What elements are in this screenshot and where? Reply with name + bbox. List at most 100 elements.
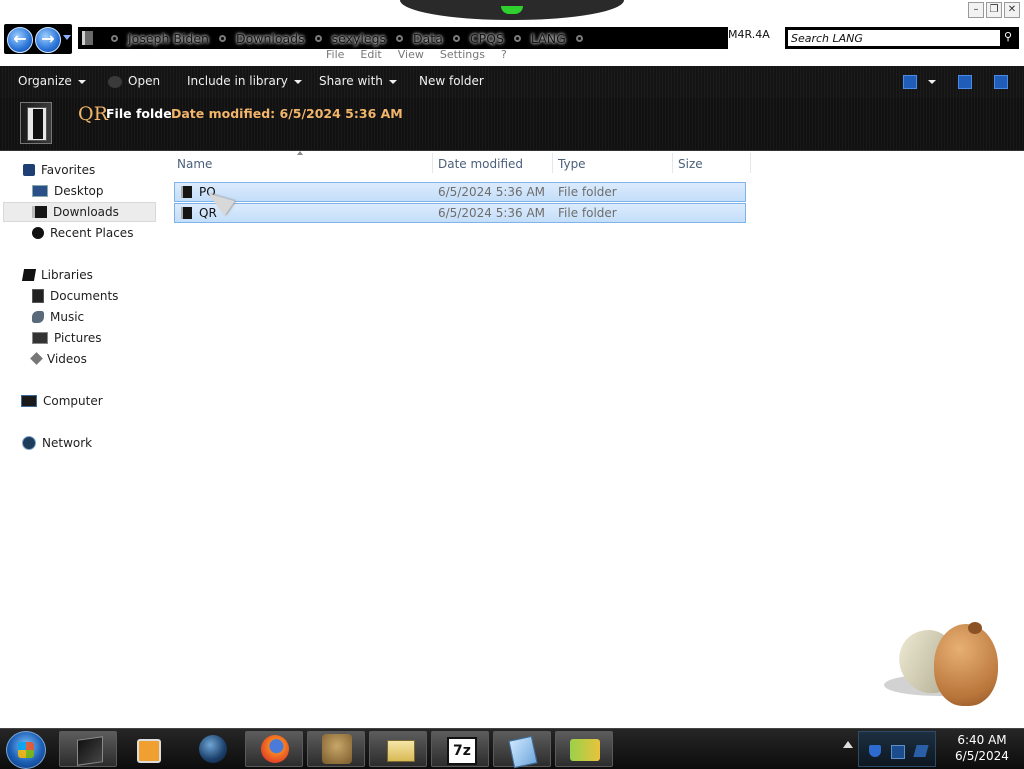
start-button[interactable] xyxy=(6,731,46,769)
open-button[interactable]: Open xyxy=(108,66,160,98)
sort-ascending-icon xyxy=(297,151,303,155)
taskbar-firefox[interactable] xyxy=(245,731,303,767)
music-icon xyxy=(32,310,44,323)
open-label: Open xyxy=(128,74,161,88)
column-header-type[interactable]: Type xyxy=(558,155,586,173)
folder-icon xyxy=(82,31,93,45)
arrow-right-icon: → xyxy=(41,29,55,48)
breadcrumb-cpqs[interactable]: CPQS xyxy=(468,31,506,46)
breadcrumb-separator-icon[interactable] xyxy=(513,34,521,42)
taskbar-media-player[interactable] xyxy=(120,731,178,767)
breadcrumb-data[interactable]: Data xyxy=(411,31,445,46)
taskbar-globe[interactable] xyxy=(184,731,242,767)
videos-icon xyxy=(30,352,43,365)
pet-body xyxy=(934,624,998,706)
menu-file[interactable]: File xyxy=(318,47,352,63)
breadcrumb-downloads[interactable]: Downloads xyxy=(234,31,307,46)
nav-documents[interactable]: Documents xyxy=(32,286,118,306)
hamster-desktop-pet[interactable] xyxy=(884,618,1002,710)
help-icon[interactable] xyxy=(994,75,1008,89)
navigation-buttons: ← → xyxy=(4,24,72,54)
volume-icon[interactable] xyxy=(913,745,929,757)
pictures-icon xyxy=(32,331,48,344)
nav-recent-places[interactable]: Recent Places xyxy=(32,223,133,243)
open-icon xyxy=(108,75,122,88)
breadcrumb-lang[interactable]: LANG xyxy=(529,31,568,46)
menu-view[interactable]: View xyxy=(390,47,432,63)
back-button[interactable]: ← xyxy=(7,27,33,53)
breadcrumb-separator-icon[interactable] xyxy=(218,34,226,42)
menu-edit[interactable]: Edit xyxy=(352,47,389,63)
details-pane: QR File folder Date modified: 6/5/2024 5… xyxy=(0,98,1024,151)
nav-pictures[interactable]: Pictures xyxy=(32,328,102,348)
nav-computer-label: Computer xyxy=(43,394,103,408)
nav-downloads[interactable]: Downloads xyxy=(32,202,119,222)
nav-favorites[interactable]: Favorites xyxy=(23,160,95,180)
nav-libraries[interactable]: Libraries xyxy=(21,265,93,285)
file-row-qr[interactable]: QR 6/5/2024 5:36 AM File folder xyxy=(174,203,746,223)
forward-button[interactable]: → xyxy=(35,27,61,53)
taskbar-box-game[interactable] xyxy=(307,731,365,767)
show-hidden-icons-button[interactable] xyxy=(843,741,853,748)
search-input[interactable] xyxy=(788,30,1000,46)
breadcrumb-sexylegs[interactable]: sexylegs xyxy=(330,31,388,46)
nav-music[interactable]: Music xyxy=(32,307,84,327)
include-in-library-button[interactable]: Include in library xyxy=(187,66,302,98)
menu-help[interactable]: ? xyxy=(493,47,515,63)
organize-button[interactable]: Organize xyxy=(18,66,86,98)
breadcrumb-separator-icon[interactable] xyxy=(452,34,460,42)
nav-music-label: Music xyxy=(50,310,85,324)
file-row-pq[interactable]: PQ 6/5/2024 5:36 AM File folder xyxy=(174,182,746,202)
taskbar-hxd[interactable] xyxy=(555,731,613,767)
clock[interactable]: 6:40 AM 6/5/2024 xyxy=(940,732,1024,764)
share-with-button[interactable]: Share with xyxy=(319,66,397,98)
nav-network[interactable]: Network xyxy=(22,433,92,453)
globe-icon xyxy=(199,735,227,763)
minimize-button[interactable]: – xyxy=(968,2,984,18)
maximize-button[interactable]: ❐ xyxy=(986,2,1002,18)
column-header-size[interactable]: Size xyxy=(678,155,703,173)
new-folder-button[interactable]: New folder xyxy=(419,66,484,98)
taskbar-7zip[interactable]: 7z xyxy=(431,731,489,767)
taskbar-explorer[interactable] xyxy=(59,731,117,767)
nav-videos[interactable]: Videos xyxy=(30,349,87,369)
security-shield-icon[interactable] xyxy=(869,745,881,757)
breadcrumb-separator-icon[interactable] xyxy=(111,34,118,42)
menu-bar: File Edit View Settings ? xyxy=(318,47,515,63)
pet-ear xyxy=(968,622,982,634)
nav-desktop[interactable]: Desktop xyxy=(32,181,104,201)
nav-computer[interactable]: Computer xyxy=(21,391,103,411)
column-divider[interactable] xyxy=(432,153,433,173)
ornament-light xyxy=(501,6,523,14)
address-bar[interactable]: Joseph Biden Downloads sexylegs Data CPQ… xyxy=(78,27,728,49)
view-options-dropdown[interactable] xyxy=(928,80,936,84)
network-tray-icon[interactable] xyxy=(891,745,905,759)
close-button[interactable]: ✕ xyxy=(1004,2,1020,18)
column-header-date-modified[interactable]: Date modified xyxy=(438,155,523,173)
taskbar-folder-window[interactable] xyxy=(369,731,427,767)
selected-item-type: File folder xyxy=(106,106,171,121)
column-header-name[interactable]: Name xyxy=(177,155,212,173)
breadcrumb-separator-icon[interactable] xyxy=(575,34,583,42)
breadcrumb-separator-icon[interactable] xyxy=(396,34,404,42)
breadcrumb-separator-icon[interactable] xyxy=(314,34,322,42)
file-type: File folder xyxy=(558,185,617,199)
taskbar-notepad[interactable] xyxy=(493,731,551,769)
search-box: ⚲ xyxy=(785,27,1019,49)
address-refresh-area[interactable]: M4R.4A xyxy=(728,27,780,49)
downloads-icon xyxy=(32,205,47,218)
menu-settings[interactable]: Settings xyxy=(432,47,493,63)
column-divider[interactable] xyxy=(672,153,673,173)
search-icon[interactable]: ⚲ xyxy=(1004,31,1015,42)
recent-pages-dropdown[interactable] xyxy=(63,35,71,40)
nav-libraries-label: Libraries xyxy=(41,268,93,282)
breadcrumb-joseph-biden[interactable]: Joseph Biden xyxy=(126,31,211,46)
nav-documents-label: Documents xyxy=(50,289,119,303)
preview-pane-icon[interactable] xyxy=(958,75,972,89)
7zip-icon: 7z xyxy=(447,737,477,765)
column-divider[interactable] xyxy=(750,153,751,173)
change-view-icon[interactable] xyxy=(903,75,917,89)
7zip-label: 7z xyxy=(453,743,471,759)
nav-favorites-label: Favorites xyxy=(41,163,96,177)
column-divider[interactable] xyxy=(552,153,553,173)
